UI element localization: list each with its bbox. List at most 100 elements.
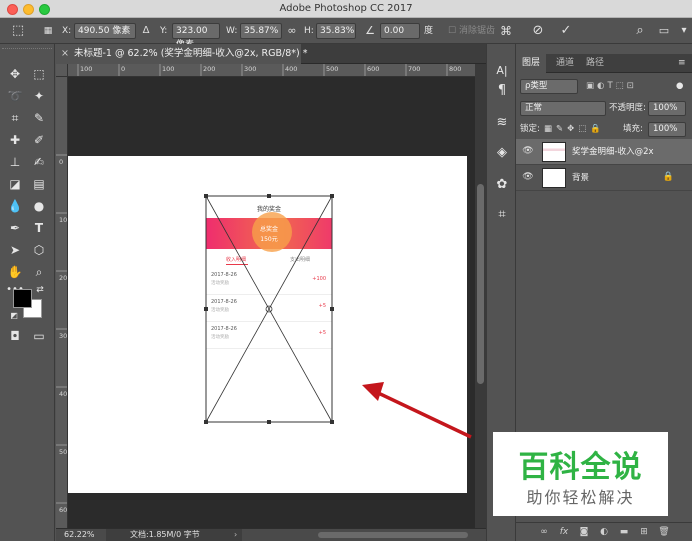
- visibility-eye-icon[interactable]: 👁: [522, 145, 534, 157]
- shape-tool-icon[interactable]: ⬡: [29, 240, 49, 260]
- visibility-eye-icon[interactable]: 👁: [522, 171, 534, 183]
- x-field[interactable]: 490.50 像素: [74, 23, 136, 39]
- adjustments-panel-icon[interactable]: ◈: [493, 144, 511, 162]
- handle-top-left[interactable]: [204, 194, 208, 198]
- pen-tool-icon[interactable]: ✒: [5, 218, 25, 238]
- layer-row[interactable]: 👁 背景 🔒: [516, 165, 692, 191]
- tab-channels[interactable]: 通道: [550, 54, 580, 73]
- handle-middle-right[interactable]: [330, 307, 334, 311]
- hand-tool-icon[interactable]: ✋: [5, 262, 25, 282]
- brush-tool-icon[interactable]: ✐: [29, 130, 49, 150]
- history-brush-tool-icon[interactable]: ✍: [29, 152, 49, 172]
- color-panel-icon[interactable]: ✿: [493, 176, 511, 194]
- link-icon[interactable]: ∞: [284, 23, 300, 39]
- annotation-arrow-line: [373, 389, 472, 439]
- handle-bottom-right[interactable]: [330, 420, 334, 424]
- zoom-tool-icon[interactable]: ⌕: [29, 262, 49, 282]
- filter-type-icons[interactable]: ▣◐T⬚⊡: [586, 79, 637, 94]
- ruler-origin[interactable]: [56, 64, 68, 77]
- handle-top-right[interactable]: [330, 194, 334, 198]
- toolbar-grip[interactable]: [2, 48, 52, 54]
- blur-tool-icon[interactable]: 💧: [5, 196, 25, 216]
- filter-toggle-icon[interactable]: ●: [676, 79, 683, 94]
- blend-mode-select[interactable]: 正常: [520, 101, 606, 116]
- layers-panel-icon[interactable]: ≋: [493, 114, 511, 132]
- h-field[interactable]: 35.83%: [316, 23, 356, 39]
- quick-mask-icon[interactable]: ◘: [5, 326, 25, 346]
- tab-layers[interactable]: 图层: [516, 54, 547, 73]
- zoom-level[interactable]: 62.22%: [64, 529, 95, 541]
- document-info: 文档:1.85M/0 字节: [106, 529, 242, 541]
- layer-filter-select[interactable]: ρ类型: [520, 79, 578, 94]
- ruler-tick-label: 300: [244, 65, 256, 73]
- layer-thumbnail[interactable]: [542, 168, 566, 188]
- marquee-tool-icon[interactable]: ⬚: [29, 64, 49, 84]
- canvas-area[interactable]: 我的奖金 总奖金 150元 收入明细 支出明细 2017-8-26 活动奖励 +…: [68, 77, 475, 528]
- fill-field[interactable]: 100%: [648, 122, 686, 137]
- tab-paths[interactable]: 路径: [580, 54, 610, 73]
- workspace-icon[interactable]: ▭: [656, 23, 672, 39]
- lasso-tool-icon[interactable]: ➰: [5, 86, 25, 106]
- handle-bottom-left[interactable]: [204, 420, 208, 424]
- add-mask-icon[interactable]: ◙: [578, 526, 590, 538]
- antialias-checkbox[interactable]: ☐ 消除锯齿: [448, 22, 495, 40]
- eraser-tool-icon[interactable]: ◪: [5, 174, 25, 194]
- new-layer-icon[interactable]: ⊞: [638, 526, 650, 538]
- app-title: Adobe Photoshop CC 2017: [279, 3, 413, 14]
- vertical-ruler[interactable]: 0 100 200 300 400 500 600: [56, 77, 68, 528]
- h-label: H:: [304, 26, 314, 36]
- w-field[interactable]: 35.87%: [240, 23, 282, 39]
- magic-wand-tool-icon[interactable]: ✦: [29, 86, 49, 106]
- swap-colors-icon[interactable]: ⇄: [34, 284, 46, 296]
- vertical-ruler-ticks: 0 100 200 300 400 500 600: [56, 154, 67, 514]
- search-icon[interactable]: ⌕: [632, 23, 648, 39]
- transform-tool-icon[interactable]: ⬚: [10, 23, 26, 39]
- horizontal-ruler[interactable]: 100 0 100 200 300 400 500 600 700 800: [68, 64, 475, 77]
- delete-layer-icon[interactable]: 🗑: [658, 526, 670, 538]
- clone-stamp-tool-icon[interactable]: ⊥: [5, 152, 25, 172]
- default-colors-icon[interactable]: ◩: [8, 310, 20, 322]
- paragraph-panel-icon[interactable]: ¶: [493, 82, 511, 100]
- gradient-tool-icon[interactable]: ▤: [29, 174, 49, 194]
- workspace-menu-icon[interactable]: ▾: [676, 23, 692, 39]
- character-panel-icon[interactable]: A|: [493, 62, 511, 80]
- document-tab[interactable]: × 未标题-1 @ 62.2% (奖学金明细-收入@2x, RGB/8*) *: [56, 44, 308, 64]
- warp-icon[interactable]: ⌘: [498, 23, 514, 39]
- adjustment-layer-icon[interactable]: ◐: [598, 526, 610, 538]
- lock-option-icons[interactable]: ▦✎✥⬚🔒: [544, 122, 605, 137]
- delta-icon[interactable]: Δ: [138, 23, 154, 39]
- healing-brush-tool-icon[interactable]: ✚: [5, 130, 25, 150]
- reference-point-icon[interactable]: ▦: [40, 23, 56, 39]
- ruler-tick-label: 800: [449, 65, 461, 73]
- crop-panel-icon[interactable]: ⌗: [493, 206, 511, 224]
- path-selection-tool-icon[interactable]: ➤: [5, 240, 25, 260]
- layer-row[interactable]: 👁 奖学金明细-收入@2x: [516, 139, 692, 165]
- dodge-tool-icon[interactable]: ●: [29, 196, 49, 216]
- handle-top-center[interactable]: [267, 194, 271, 198]
- opacity-field[interactable]: 100%: [648, 101, 686, 116]
- eyedropper-tool-icon[interactable]: ✎: [29, 108, 49, 128]
- vertical-scrollbar[interactable]: [475, 64, 486, 528]
- link-layers-icon[interactable]: ∞: [538, 526, 550, 538]
- type-tool-icon[interactable]: T: [29, 218, 49, 238]
- filter-row: ρ类型 ▣◐T⬚⊡ ●: [516, 76, 692, 96]
- vertical-scroll-thumb[interactable]: [477, 184, 484, 384]
- layer-thumbnail[interactable]: [542, 142, 566, 162]
- cancel-transform-icon[interactable]: ⊘: [530, 23, 546, 39]
- x-label: X:: [62, 26, 72, 36]
- angle-field[interactable]: 0.00: [380, 23, 420, 39]
- layer-style-icon[interactable]: fx: [558, 526, 570, 538]
- horizontal-scroll-thumb[interactable]: [318, 532, 468, 538]
- new-group-icon[interactable]: ▬: [618, 526, 630, 538]
- status-menu-arrow[interactable]: ›: [234, 529, 237, 541]
- panel-menu-icon[interactable]: ≡: [672, 54, 692, 73]
- move-tool-icon[interactable]: ✥: [5, 64, 25, 84]
- screen-mode-icon[interactable]: ▭: [29, 326, 49, 346]
- y-field[interactable]: 323.00 像素: [172, 23, 220, 50]
- crop-tool-icon[interactable]: ⌗: [5, 108, 25, 128]
- foreground-color-swatch[interactable]: [13, 289, 32, 308]
- commit-transform-icon[interactable]: ✓: [558, 23, 574, 39]
- handle-middle-left[interactable]: [204, 307, 208, 311]
- handle-bottom-center[interactable]: [267, 420, 271, 424]
- close-tab-icon[interactable]: ×: [61, 44, 69, 64]
